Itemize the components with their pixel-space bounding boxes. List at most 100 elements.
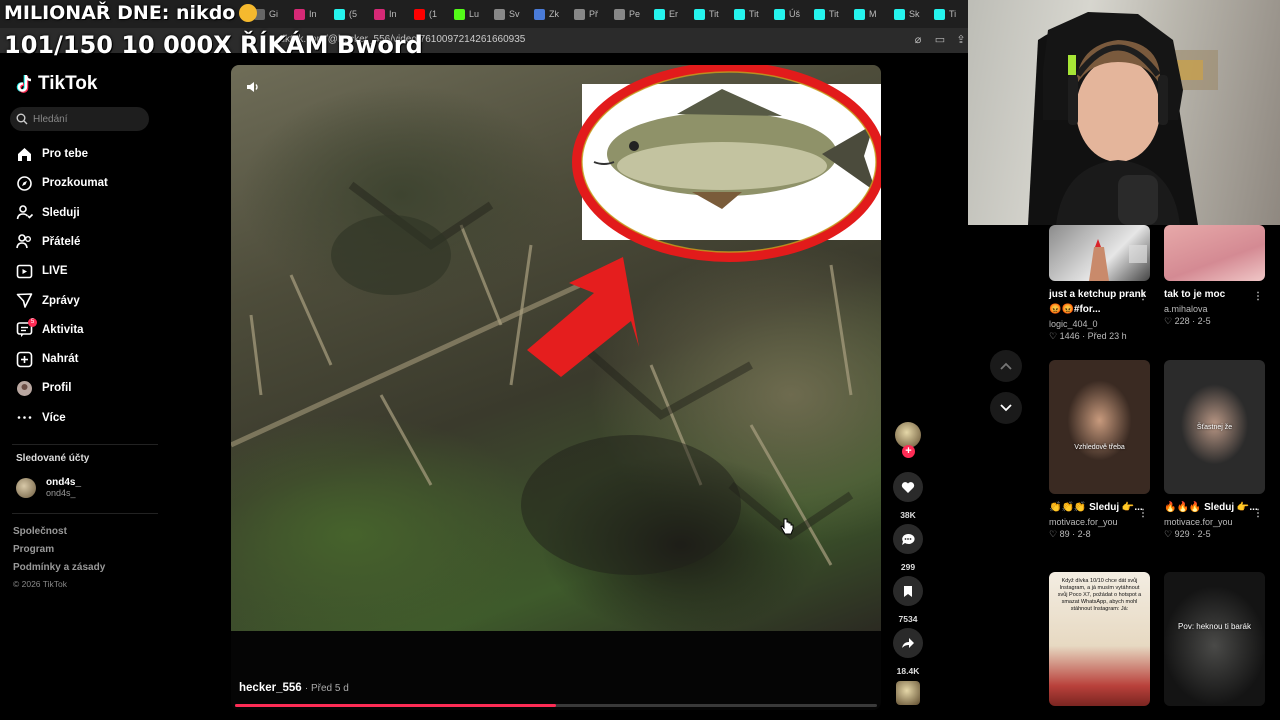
tiktok-icon — [894, 8, 905, 20]
fish-image — [582, 84, 881, 240]
share-icon[interactable]: ⇪ — [955, 34, 967, 46]
more-options-icon[interactable]: ⋮ — [1253, 506, 1263, 521]
recommended-video[interactable]: tak to je moc ⋮ a.mihalova ♡ 228 · 2-5 — [1164, 225, 1265, 327]
share-action[interactable]: 18.4K — [892, 628, 924, 676]
nav-item-přátelé[interactable]: Přátelé — [16, 232, 80, 252]
browser-tab[interactable]: M — [850, 3, 888, 25]
video-user[interactable]: logic_404_0 — [1049, 319, 1150, 329]
like-button[interactable] — [893, 472, 923, 502]
next-video-avatar[interactable] — [896, 681, 920, 705]
video-thumbnail[interactable] — [1049, 225, 1150, 281]
browser-tab[interactable]: Pe — [610, 3, 648, 25]
browser-tab[interactable]: Zk — [530, 3, 568, 25]
video-title[interactable]: 🔥🔥🔥 Sleduj 👉... ⋮ — [1164, 500, 1265, 519]
footer-link-terms[interactable]: Podmínky a zásady — [13, 562, 105, 573]
video-title[interactable]: 👏👏👏 Sleduj 👉... ⋮ — [1049, 500, 1150, 519]
save-action[interactable]: 7534 — [892, 576, 924, 624]
share-count: 18.4K — [896, 666, 920, 676]
nav-item-aktivita[interactable]: 5 Aktivita — [16, 318, 84, 340]
video-title-text[interactable]: just a ketchup prank😡😡#for... — [1049, 289, 1146, 315]
browser-tab[interactable]: Úš — [770, 3, 808, 25]
chevron-up-icon — [1000, 362, 1012, 370]
browser-tab[interactable]: Sk — [890, 3, 928, 25]
nav-item-zprávy[interactable]: Zprávy — [16, 291, 80, 311]
video-thumbnail[interactable]: Vzhledově třeba — [1049, 360, 1150, 494]
comment-icon — [902, 533, 915, 545]
more-options-icon[interactable]: ⋮ — [1138, 289, 1148, 304]
video-stats: ♡ 89 · 2-8 — [1049, 529, 1091, 539]
tiktok-logo[interactable]: TikTok — [16, 73, 97, 95]
kick-icon — [454, 8, 465, 20]
browser-tab[interactable]: Lu — [450, 3, 488, 25]
browser-tab[interactable]: Př — [570, 3, 608, 25]
like-action[interactable]: 38K — [892, 472, 924, 520]
nav-item-nahrát[interactable]: Nahrát — [16, 349, 78, 369]
nav-item-sleduji[interactable]: Sleduji — [16, 203, 80, 223]
browser-tab[interactable]: Tit — [690, 3, 728, 25]
video-title[interactable]: just a ketchup prank😡😡#for... ⋮ — [1049, 287, 1150, 317]
video-stats: ♡ 929 · 2-5 — [1164, 529, 1211, 539]
video-thumbnail[interactable] — [1164, 225, 1265, 281]
tiktok-icon — [734, 8, 745, 20]
video-thumbnail[interactable]: Když dívka 10/10 chce dát svůj Instagram… — [1049, 572, 1150, 706]
share-arrow-icon — [902, 638, 914, 648]
tiktok-icon — [774, 8, 785, 20]
browser-tab[interactable]: Tit — [810, 3, 848, 25]
translate-icon[interactable]: ⌀ — [912, 34, 924, 46]
globe-icon — [494, 8, 505, 20]
video-user[interactable]: a.mihalova — [1164, 304, 1265, 314]
share-button[interactable] — [893, 628, 923, 658]
comment-action[interactable]: 299 — [892, 524, 924, 572]
browser-tab[interactable]: Tit — [730, 3, 768, 25]
recommended-video[interactable]: Pov: heknou ti barák — [1164, 572, 1265, 706]
next-video-button[interactable] — [990, 392, 1022, 424]
browser-tab[interactable]: Ti — [930, 3, 968, 25]
nav-label: LIVE — [42, 265, 68, 278]
footer-link-program[interactable]: Program — [13, 544, 54, 555]
stream-overlay-line1: MILIONAŘ DNE: nikdo — [4, 2, 236, 24]
nav-item-pro-tebe[interactable]: Pro tebe — [16, 144, 88, 164]
video-title-text[interactable]: 👏👏👏 Sleduj 👉... — [1049, 502, 1143, 513]
video-title[interactable]: tak to je moc ⋮ — [1164, 287, 1265, 302]
previous-video-button[interactable] — [990, 350, 1022, 382]
search-box[interactable]: Hledání — [10, 107, 149, 131]
nav-item-profil[interactable]: Profil — [16, 378, 71, 398]
save-button[interactable] — [893, 576, 923, 606]
video-thumbnail[interactable]: Pov: heknou ti barák — [1164, 572, 1265, 706]
browser-tab[interactable]: Sv — [490, 3, 528, 25]
globe-icon — [614, 8, 625, 20]
search-placeholder[interactable]: Hledání — [33, 114, 67, 125]
follow-plus-icon[interactable]: + — [902, 445, 915, 458]
account-avatar[interactable] — [16, 477, 36, 498]
account-name[interactable]: ond4s_ — [46, 477, 81, 488]
recommended-video[interactable]: Když dívka 10/10 chce dát svůj Instagram… — [1049, 572, 1150, 706]
comment-button[interactable] — [893, 524, 923, 554]
video-user[interactable]: motivace.for_you — [1164, 517, 1265, 527]
author-name[interactable]: hecker_556 — [239, 682, 302, 694]
progress-fill[interactable] — [235, 704, 556, 707]
webcam-overlay — [968, 0, 1280, 225]
volume-icon[interactable] — [245, 79, 261, 95]
video-title-text[interactable]: 🔥🔥🔥 Sleduj 👉... — [1164, 502, 1258, 513]
more-options-icon[interactable]: ⋮ — [1253, 289, 1263, 304]
browser-tab[interactable]: Er — [650, 3, 688, 25]
video-player[interactable]: ⋯ hecker_556 · Před 5 d — [231, 65, 881, 710]
recommended-video[interactable]: Šťastnej že 🔥🔥🔥 Sleduj 👉... ⋮ motivace.fo… — [1164, 360, 1265, 540]
nav-label: Profil — [42, 382, 72, 395]
recommended-video[interactable]: Vzhledově třeba 👏👏👏 Sleduj 👉... ⋮ motivac… — [1049, 360, 1150, 540]
video-thumbnail[interactable]: Šťastnej že — [1164, 360, 1265, 494]
nav-item-live[interactable]: LIVE — [16, 261, 68, 281]
nav-item-prozkoumat[interactable]: Prozkoumat — [16, 173, 108, 193]
recommended-video[interactable]: just a ketchup prank😡😡#for... ⋮ logic_404… — [1049, 225, 1150, 342]
heart-icon — [901, 481, 915, 493]
footer-link-company[interactable]: Společnost — [13, 526, 67, 537]
video-title-text[interactable]: tak to je moc — [1164, 289, 1225, 300]
more-options-icon[interactable]: ⋮ — [1138, 506, 1148, 521]
screencast-icon[interactable]: ▭ — [934, 34, 946, 46]
nav-item-více[interactable]: Více — [16, 408, 66, 428]
friends-icon — [16, 233, 33, 250]
video-age: Před 23 h — [1087, 331, 1127, 341]
followed-account[interactable]: ond4s_ ond4s_ — [16, 477, 81, 498]
video-user[interactable]: motivace.for_you — [1049, 517, 1150, 527]
more-icon — [16, 409, 33, 426]
